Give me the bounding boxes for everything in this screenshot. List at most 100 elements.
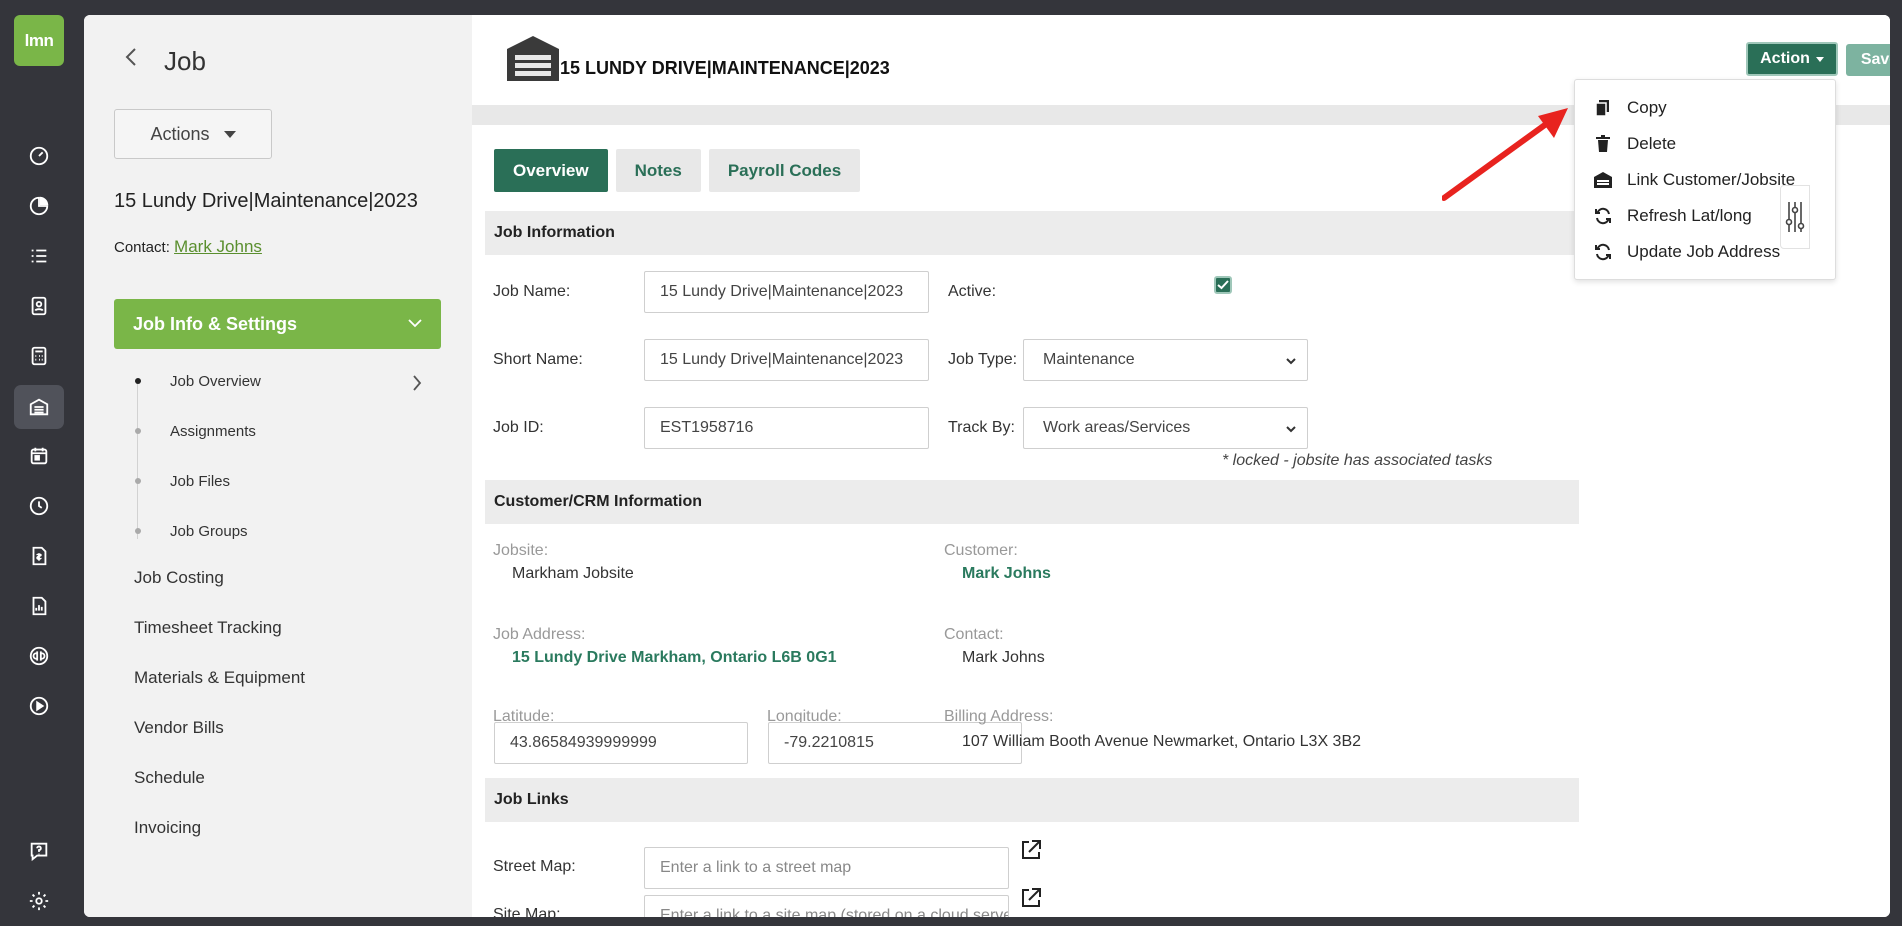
menu-item-label: Copy xyxy=(1627,98,1667,117)
short-name-label: Short Name: xyxy=(493,351,583,368)
site-map-input[interactable]: Enter a link to a site map (stored on a … xyxy=(644,895,1009,917)
menu-item-copy[interactable]: Copy xyxy=(1593,95,1667,121)
sidebar-title: Job xyxy=(164,46,206,76)
subnav-line xyxy=(137,383,138,539)
chevron-down-icon xyxy=(1285,422,1297,440)
settings-gear-icon[interactable] xyxy=(14,879,64,923)
menu-item-delete[interactable]: Delete xyxy=(1593,131,1676,157)
garage-icon xyxy=(506,35,560,86)
external-link-icon[interactable] xyxy=(1020,839,1042,866)
back-chevron-icon[interactable] xyxy=(124,47,138,73)
trash-icon xyxy=(1596,135,1610,152)
main-content: 15 LUNDY DRIVE|MAINTENANCE|2023 Action S… xyxy=(472,15,1890,917)
sidebar-link-invoicing[interactable]: Invoicing xyxy=(134,818,201,838)
clock-icon[interactable] xyxy=(14,484,64,528)
job-name-heading: 15 Lundy Drive|Maintenance|2023 xyxy=(114,190,418,212)
sidebar-link-materials-equipment[interactable]: Materials & Equipment xyxy=(134,668,305,688)
jobsite-value: Markham Jobsite xyxy=(512,565,634,582)
job-type-value: Maintenance xyxy=(1043,351,1135,368)
sidebar-link-schedule[interactable]: Schedule xyxy=(134,768,205,788)
filter-sliders-icon[interactable] xyxy=(1780,185,1810,249)
job-address-label: Job Address: xyxy=(493,626,586,643)
job-id-label: Job ID: xyxy=(493,419,544,436)
tab-bar: Overview Notes Payroll Codes xyxy=(494,149,861,192)
jobs-garage-icon[interactable] xyxy=(14,385,64,429)
job-address-link[interactable]: 15 Lundy Drive Markham, Ontario L6B 0G1 xyxy=(512,649,837,667)
reports-pie-icon[interactable] xyxy=(14,184,64,228)
lmn-logo[interactable]: lmn xyxy=(14,15,64,66)
save-button[interactable]: Save xyxy=(1846,44,1890,76)
action-button[interactable]: Action xyxy=(1746,42,1838,76)
billing-address-label: Billing Address: xyxy=(944,708,1054,725)
customer-link[interactable]: Mark Johns xyxy=(962,565,1051,583)
contacts-icon[interactable] xyxy=(14,284,64,328)
app-rail: lmn xyxy=(0,0,80,926)
subnav-dot xyxy=(135,428,141,434)
active-label: Active: xyxy=(948,283,997,300)
contact-link[interactable]: Mark Johns xyxy=(174,237,262,256)
crm-contact-label: Contact: xyxy=(944,626,1004,643)
chevron-down-icon xyxy=(407,315,423,336)
track-by-select[interactable]: Work areas/Services xyxy=(1023,407,1308,449)
crm-contact-value: Mark Johns xyxy=(962,649,1045,666)
contact-line: Contact: Mark Johns xyxy=(114,237,262,257)
calendar-icon[interactable] xyxy=(14,434,64,478)
sidebar-link-job-costing[interactable]: Job Costing xyxy=(134,568,224,588)
track-by-note: * locked - jobsite has associated tasks xyxy=(1222,452,1493,469)
refresh-icon xyxy=(1595,207,1611,225)
job-name-input[interactable]: 15 Lundy Drive|Maintenance|2023 xyxy=(644,271,929,313)
subnav-dot xyxy=(135,528,141,534)
customer-label: Customer: xyxy=(944,542,1018,559)
actions-button[interactable]: Actions xyxy=(114,109,272,159)
job-type-select[interactable]: Maintenance xyxy=(1023,339,1308,381)
sidebar-link-vendor-bills[interactable]: Vendor Bills xyxy=(134,718,224,738)
tab-payroll-codes[interactable]: Payroll Codes xyxy=(708,149,861,192)
subnav-item-job-overview[interactable]: Job Overview xyxy=(170,373,261,390)
street-map-input[interactable]: Enter a link to a street map xyxy=(644,847,1009,889)
sidebar-link-timesheet-tracking[interactable]: Timesheet Tracking xyxy=(134,618,282,638)
menu-item-link-customer-jobsite[interactable]: Link Customer/Jobsite xyxy=(1593,167,1795,193)
menu-item-update-job-address[interactable]: Update Job Address xyxy=(1593,239,1780,265)
job-links-header: Job Links xyxy=(485,778,1579,822)
subnav-item-job-groups[interactable]: Job Groups xyxy=(170,523,248,540)
crm-information-header: Customer/CRM Information xyxy=(485,480,1579,524)
section-job-info-settings[interactable]: Job Info & Settings xyxy=(114,299,441,349)
chevron-right-icon xyxy=(412,374,422,397)
tab-overview[interactable]: Overview xyxy=(494,149,608,192)
invoice-dollar-icon[interactable] xyxy=(14,534,64,578)
menu-item-label: Delete xyxy=(1627,134,1677,153)
play-circle-icon[interactable] xyxy=(14,684,64,728)
dashboard-icon[interactable] xyxy=(14,134,64,178)
menu-item-label: Link Customer/Jobsite xyxy=(1627,170,1796,189)
street-map-label: Street Map: xyxy=(493,858,576,875)
report-bars-icon[interactable] xyxy=(14,584,64,628)
active-checkbox[interactable] xyxy=(1214,276,1232,294)
menu-item-refresh-lat-long[interactable]: Refresh Lat/long xyxy=(1593,203,1752,229)
job-title: 15 LUNDY DRIVE|MAINTENANCE|2023 xyxy=(560,58,890,78)
site-map-label: Site Map: xyxy=(493,906,561,917)
caret-down-icon xyxy=(223,130,236,138)
contact-label: Contact: xyxy=(114,239,170,256)
chevron-down-icon xyxy=(1285,354,1297,372)
job-type-label: Job Type: xyxy=(948,351,1018,368)
copy-icon xyxy=(1595,100,1609,117)
subnav-item-assignments[interactable]: Assignments xyxy=(170,423,256,440)
help-icon[interactable] xyxy=(14,829,64,873)
short-name-input[interactable]: 15 Lundy Drive|Maintenance|2023 xyxy=(644,339,929,381)
billing-address-value: 107 William Booth Avenue Newmarket, Onta… xyxy=(962,733,1362,750)
latitude-input[interactable]: 43.86584939999999 xyxy=(494,722,748,764)
job-information-header: Job Information xyxy=(485,211,1579,255)
caret-down-icon xyxy=(1815,56,1824,62)
calculator-icon[interactable] xyxy=(14,334,64,378)
job-id-input[interactable]: EST1958716 xyxy=(644,407,929,449)
quickbooks-icon[interactable] xyxy=(14,634,64,678)
annotation-arrow-icon xyxy=(1441,100,1572,215)
jobsite-label: Jobsite: xyxy=(493,542,549,559)
job-sidebar: Job Actions 15 Lundy Drive|Maintenance|2… xyxy=(84,15,472,917)
tab-notes[interactable]: Notes xyxy=(615,149,701,192)
list-icon[interactable] xyxy=(14,234,64,278)
menu-item-label: Update Job Address xyxy=(1627,242,1781,261)
garage-icon xyxy=(1594,172,1612,188)
external-link-icon[interactable] xyxy=(1020,887,1042,914)
subnav-item-job-files[interactable]: Job Files xyxy=(170,473,230,490)
